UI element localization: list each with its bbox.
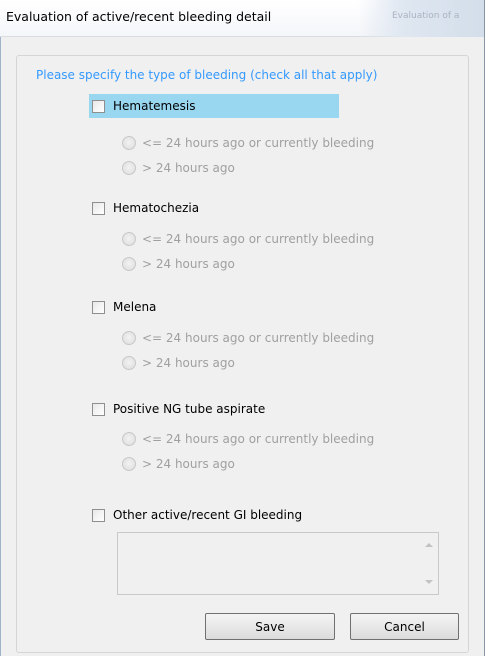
- titlebar[interactable]: Evaluation of active/recent bleeding det…: [0, 0, 484, 37]
- hematochezia-radio-older[interactable]: > 24 hours ago: [122, 254, 235, 274]
- bleeding-detail-dialog: Evaluation of active/recent bleeding det…: [0, 0, 485, 656]
- ng-tube-checkbox-row[interactable]: Positive NG tube aspirate: [89, 397, 265, 421]
- radio-label: <= 24 hours ago or currently bleeding: [142, 136, 375, 150]
- hematemesis-radio-older[interactable]: > 24 hours ago: [122, 158, 235, 178]
- hematochezia-label: Hematochezia: [113, 201, 200, 215]
- radio-button-icon[interactable]: [122, 161, 136, 175]
- instruction-text: Please specify the type of bleeding (che…: [36, 68, 378, 82]
- radio-label: > 24 hours ago: [142, 257, 235, 271]
- radio-button-icon[interactable]: [122, 136, 136, 150]
- radio-label: > 24 hours ago: [142, 457, 235, 471]
- cancel-button[interactable]: Cancel: [350, 613, 459, 640]
- melena-radio-older[interactable]: > 24 hours ago: [122, 353, 235, 373]
- hematemesis-checkbox-row[interactable]: Hematemesis: [89, 94, 339, 118]
- hematemesis-radio-recent[interactable]: <= 24 hours ago or currently bleeding: [122, 133, 374, 153]
- ng-tube-radio-older[interactable]: > 24 hours ago: [122, 454, 235, 474]
- window-title: Evaluation of active/recent bleeding det…: [6, 9, 272, 24]
- radio-label: > 24 hours ago: [142, 161, 235, 175]
- hematochezia-radio-recent[interactable]: <= 24 hours ago or currently bleeding: [122, 229, 374, 249]
- radio-label: <= 24 hours ago or currently bleeding: [142, 432, 375, 446]
- save-button[interactable]: Save: [205, 613, 335, 640]
- radio-button-icon[interactable]: [122, 457, 136, 471]
- melena-label: Melena: [113, 300, 157, 314]
- radio-button-icon[interactable]: [122, 232, 136, 246]
- ng-tube-radio-recent[interactable]: <= 24 hours ago or currently bleeding: [122, 429, 374, 449]
- radio-button-icon[interactable]: [122, 331, 136, 345]
- hematemesis-label: Hematemesis: [113, 99, 196, 113]
- radio-label: <= 24 hours ago or currently bleeding: [142, 331, 375, 345]
- hematochezia-checkbox[interactable]: [92, 201, 105, 215]
- melena-checkbox-row[interactable]: Melena: [89, 295, 156, 319]
- ng-tube-checkbox[interactable]: [92, 402, 105, 416]
- scroll-down-arrow-icon[interactable]: [425, 580, 433, 584]
- radio-button-icon[interactable]: [122, 356, 136, 370]
- hematemesis-checkbox[interactable]: [92, 99, 105, 113]
- window-edge: [0, 0, 1, 656]
- melena-checkbox[interactable]: [92, 300, 105, 314]
- background-window-title: Evaluation of a: [392, 11, 460, 21]
- radio-button-icon[interactable]: [122, 257, 136, 271]
- ng-tube-label: Positive NG tube aspirate: [113, 402, 266, 416]
- melena-radio-recent[interactable]: <= 24 hours ago or currently bleeding: [122, 328, 374, 348]
- other-bleeding-textarea[interactable]: [117, 532, 439, 595]
- hematochezia-checkbox-row[interactable]: Hematochezia: [89, 196, 199, 220]
- radio-label: > 24 hours ago: [142, 356, 235, 370]
- radio-button-icon[interactable]: [122, 432, 136, 446]
- textarea-scrollbar[interactable]: [421, 533, 438, 594]
- other-bleeding-checkbox[interactable]: [92, 508, 105, 522]
- other-bleeding-label: Other active/recent GI bleeding: [113, 508, 303, 522]
- other-bleeding-checkbox-row[interactable]: Other active/recent GI bleeding: [89, 503, 302, 527]
- radio-label: <= 24 hours ago or currently bleeding: [142, 232, 375, 246]
- scroll-up-arrow-icon[interactable]: [425, 543, 433, 547]
